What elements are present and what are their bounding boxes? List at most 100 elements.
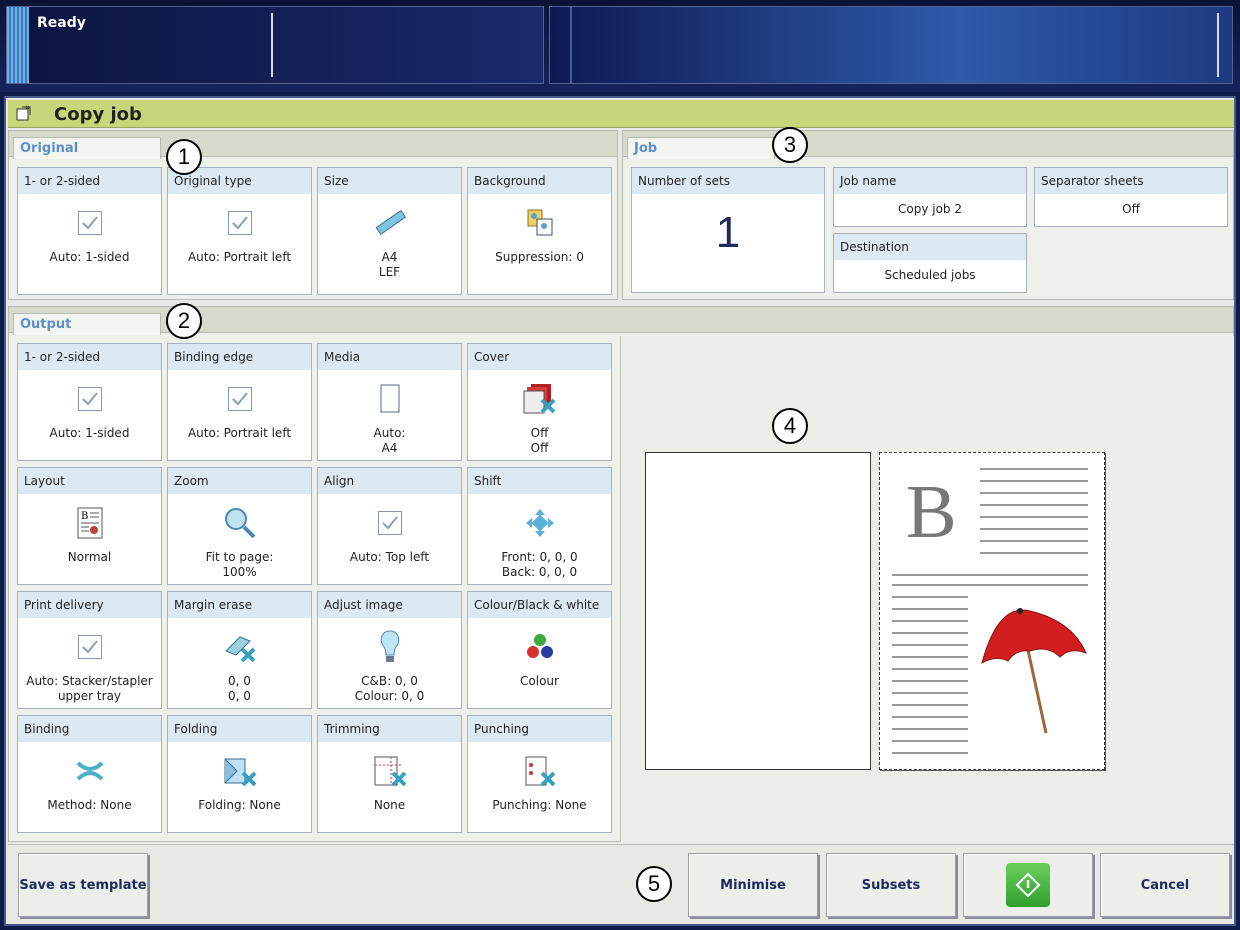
tile-label: Binding <box>18 716 161 742</box>
tile-label: Punching <box>468 716 611 742</box>
tile-value: A4 LEF <box>378 250 401 279</box>
tile-value: Front: 0, 0, 0 Back: 0, 0, 0 <box>501 550 578 579</box>
tab-original[interactable]: Original <box>13 137 161 159</box>
window-title: Copy job <box>54 104 142 125</box>
tile-value: None <box>373 798 406 812</box>
umbrella-illustration <box>981 608 1087 734</box>
tab-output[interactable]: Output <box>13 313 161 335</box>
print-delivery-tile[interactable]: Print delivery Auto: Stacker/stapler uppe… <box>17 591 162 709</box>
align-tile[interactable]: Align Auto: Top left <box>317 467 462 585</box>
shift-tile[interactable]: Shift Front: 0, 0, 0 Back: 0, 0, 0 <box>467 467 612 585</box>
magnifier-icon <box>168 508 311 539</box>
preview-page-back <box>645 452 871 770</box>
layout-tile[interactable]: Layout B Normal <box>17 467 162 585</box>
folding-tile[interactable]: Folding Folding: None <box>167 715 312 833</box>
tile-label: Folding <box>168 716 311 742</box>
eraser-icon <box>168 632 311 663</box>
status-indicator <box>7 7 29 83</box>
job-section: Job Number of sets 1 Job name Copy job 2… <box>622 130 1234 300</box>
destination-label: Destination <box>834 234 1026 260</box>
binding-icon <box>18 756 161 786</box>
margin-erase-tile[interactable]: Margin erase 0, 0 0, 0 <box>167 591 312 709</box>
binding-tile[interactable]: Binding Method: None <box>17 715 162 833</box>
preview-drop-cap: B <box>906 470 957 554</box>
start-button[interactable] <box>963 853 1093 917</box>
adjust-image-tile[interactable]: Adjust image C&B: 0, 0 Colour: 0, 0 <box>317 591 462 709</box>
preview-document-content: B <box>892 468 1088 754</box>
media-tile[interactable]: Media Auto: A4 <box>317 343 462 461</box>
tile-value: Auto: Stacker/stapler upper tray <box>26 674 153 703</box>
tile-value: Auto: 1-sided <box>49 250 130 264</box>
tile-value: Colour <box>520 674 559 688</box>
window-titlebar: Copy job <box>8 100 1234 128</box>
tile-value: Normal <box>67 550 112 564</box>
callout-4: 4 <box>772 408 808 444</box>
trimming-tile[interactable]: Trimming None <box>317 715 462 833</box>
job-name-label: Job name <box>834 168 1026 194</box>
layout-icon: B <box>18 507 161 539</box>
separator-sheets-value: Off <box>1122 202 1140 216</box>
tile-label: Align <box>318 468 461 494</box>
original-type-tile[interactable]: Original type Auto: Portrait left <box>167 167 312 295</box>
background-suppression-icon <box>468 208 611 238</box>
tile-value: Auto: Top left <box>349 550 430 564</box>
tile-label: Size <box>318 168 461 194</box>
original-section-header: Original <box>9 131 617 159</box>
minimise-button[interactable]: Minimise <box>688 853 818 917</box>
shift-arrows-icon <box>468 508 611 538</box>
number-of-sets-value: 1 <box>715 208 741 257</box>
cancel-button[interactable]: Cancel <box>1100 853 1230 917</box>
paper-sheet-icon <box>318 384 461 414</box>
subsets-button[interactable]: Subsets <box>826 853 956 917</box>
tab-job[interactable]: Job <box>627 137 775 159</box>
tile-value: 0, 0 0, 0 <box>228 674 251 703</box>
punching-tile[interactable]: Punching Punching: None <box>467 715 612 833</box>
copy-job-icon <box>16 105 31 121</box>
status-bar: Ready <box>0 0 1240 92</box>
save-as-template-button[interactable]: Save as template <box>18 853 148 917</box>
tile-value: Folding: None <box>198 798 281 812</box>
callout-2: 2 <box>166 303 202 339</box>
copy-job-window: Copy job Original 1- or 2-sided Auto: 1-s… <box>4 96 1236 926</box>
zoom-tile[interactable]: Zoom Fit to page: 100% <box>167 467 312 585</box>
tile-label: Trimming <box>318 716 461 742</box>
tile-value: Off Off <box>530 426 549 455</box>
tile-value: Auto: Portrait left <box>187 250 292 264</box>
1-or-2-sided-tile[interactable]: 1- or 2-sided Auto: 1-sided <box>17 167 162 295</box>
original-section: Original 1- or 2-sided Auto: 1-sided Origi… <box>8 130 618 300</box>
lightbulb-icon <box>318 630 461 662</box>
cover-icon <box>468 384 611 414</box>
preview-page-front: B <box>879 452 1105 770</box>
tile-value: Auto: 1-sided <box>49 426 130 440</box>
status-text: Ready <box>37 15 86 31</box>
binding-edge-tile[interactable]: Binding edge Auto: Portrait left <box>167 343 312 461</box>
punching-icon <box>468 756 611 787</box>
footer-bar: Save as template Minimise Subsets Cancel <box>8 844 1234 924</box>
tile-value: Auto: A4 <box>373 426 406 455</box>
colour-dots-icon <box>468 632 611 662</box>
tile-value: C&B: 0, 0 Colour: 0, 0 <box>354 674 425 703</box>
checkbox-icon <box>318 508 461 538</box>
cover-tile[interactable]: Cover Off Off <box>467 343 612 461</box>
status-panel[interactable]: Ready <box>6 6 544 84</box>
info-divider-right <box>1217 13 1219 77</box>
job-name-tile[interactable]: Job name Copy job 2 <box>833 167 1027 227</box>
tile-label: Adjust image <box>318 592 461 618</box>
destination-tile[interactable]: Destination Scheduled jobs <box>833 233 1027 293</box>
number-of-sets-tile[interactable]: Number of sets 1 <box>631 167 825 293</box>
tile-value: Punching: None <box>492 798 587 812</box>
destination-value: Scheduled jobs <box>884 268 976 282</box>
checkbox-icon <box>18 208 161 238</box>
tile-value: Method: None <box>47 798 132 812</box>
page-preview: B <box>620 336 1234 842</box>
info-panel[interactable] <box>549 6 1233 84</box>
size-tile[interactable]: Size A4 LEF <box>317 167 462 295</box>
colour-black-white-tile[interactable]: Colour/Black & white Colour <box>467 591 612 709</box>
tile-label: Cover <box>468 344 611 370</box>
tile-label: 1- or 2-sided <box>18 168 161 194</box>
1-or-2-sided-tile[interactable]: 1- or 2-sided Auto: 1-sided <box>17 343 162 461</box>
background-tile[interactable]: Background Suppression: 0 <box>467 167 612 295</box>
tile-value: Fit to page: 100% <box>205 550 274 579</box>
separator-sheets-label: Separator sheets <box>1035 168 1227 194</box>
separator-sheets-tile[interactable]: Separator sheets Off <box>1034 167 1228 227</box>
